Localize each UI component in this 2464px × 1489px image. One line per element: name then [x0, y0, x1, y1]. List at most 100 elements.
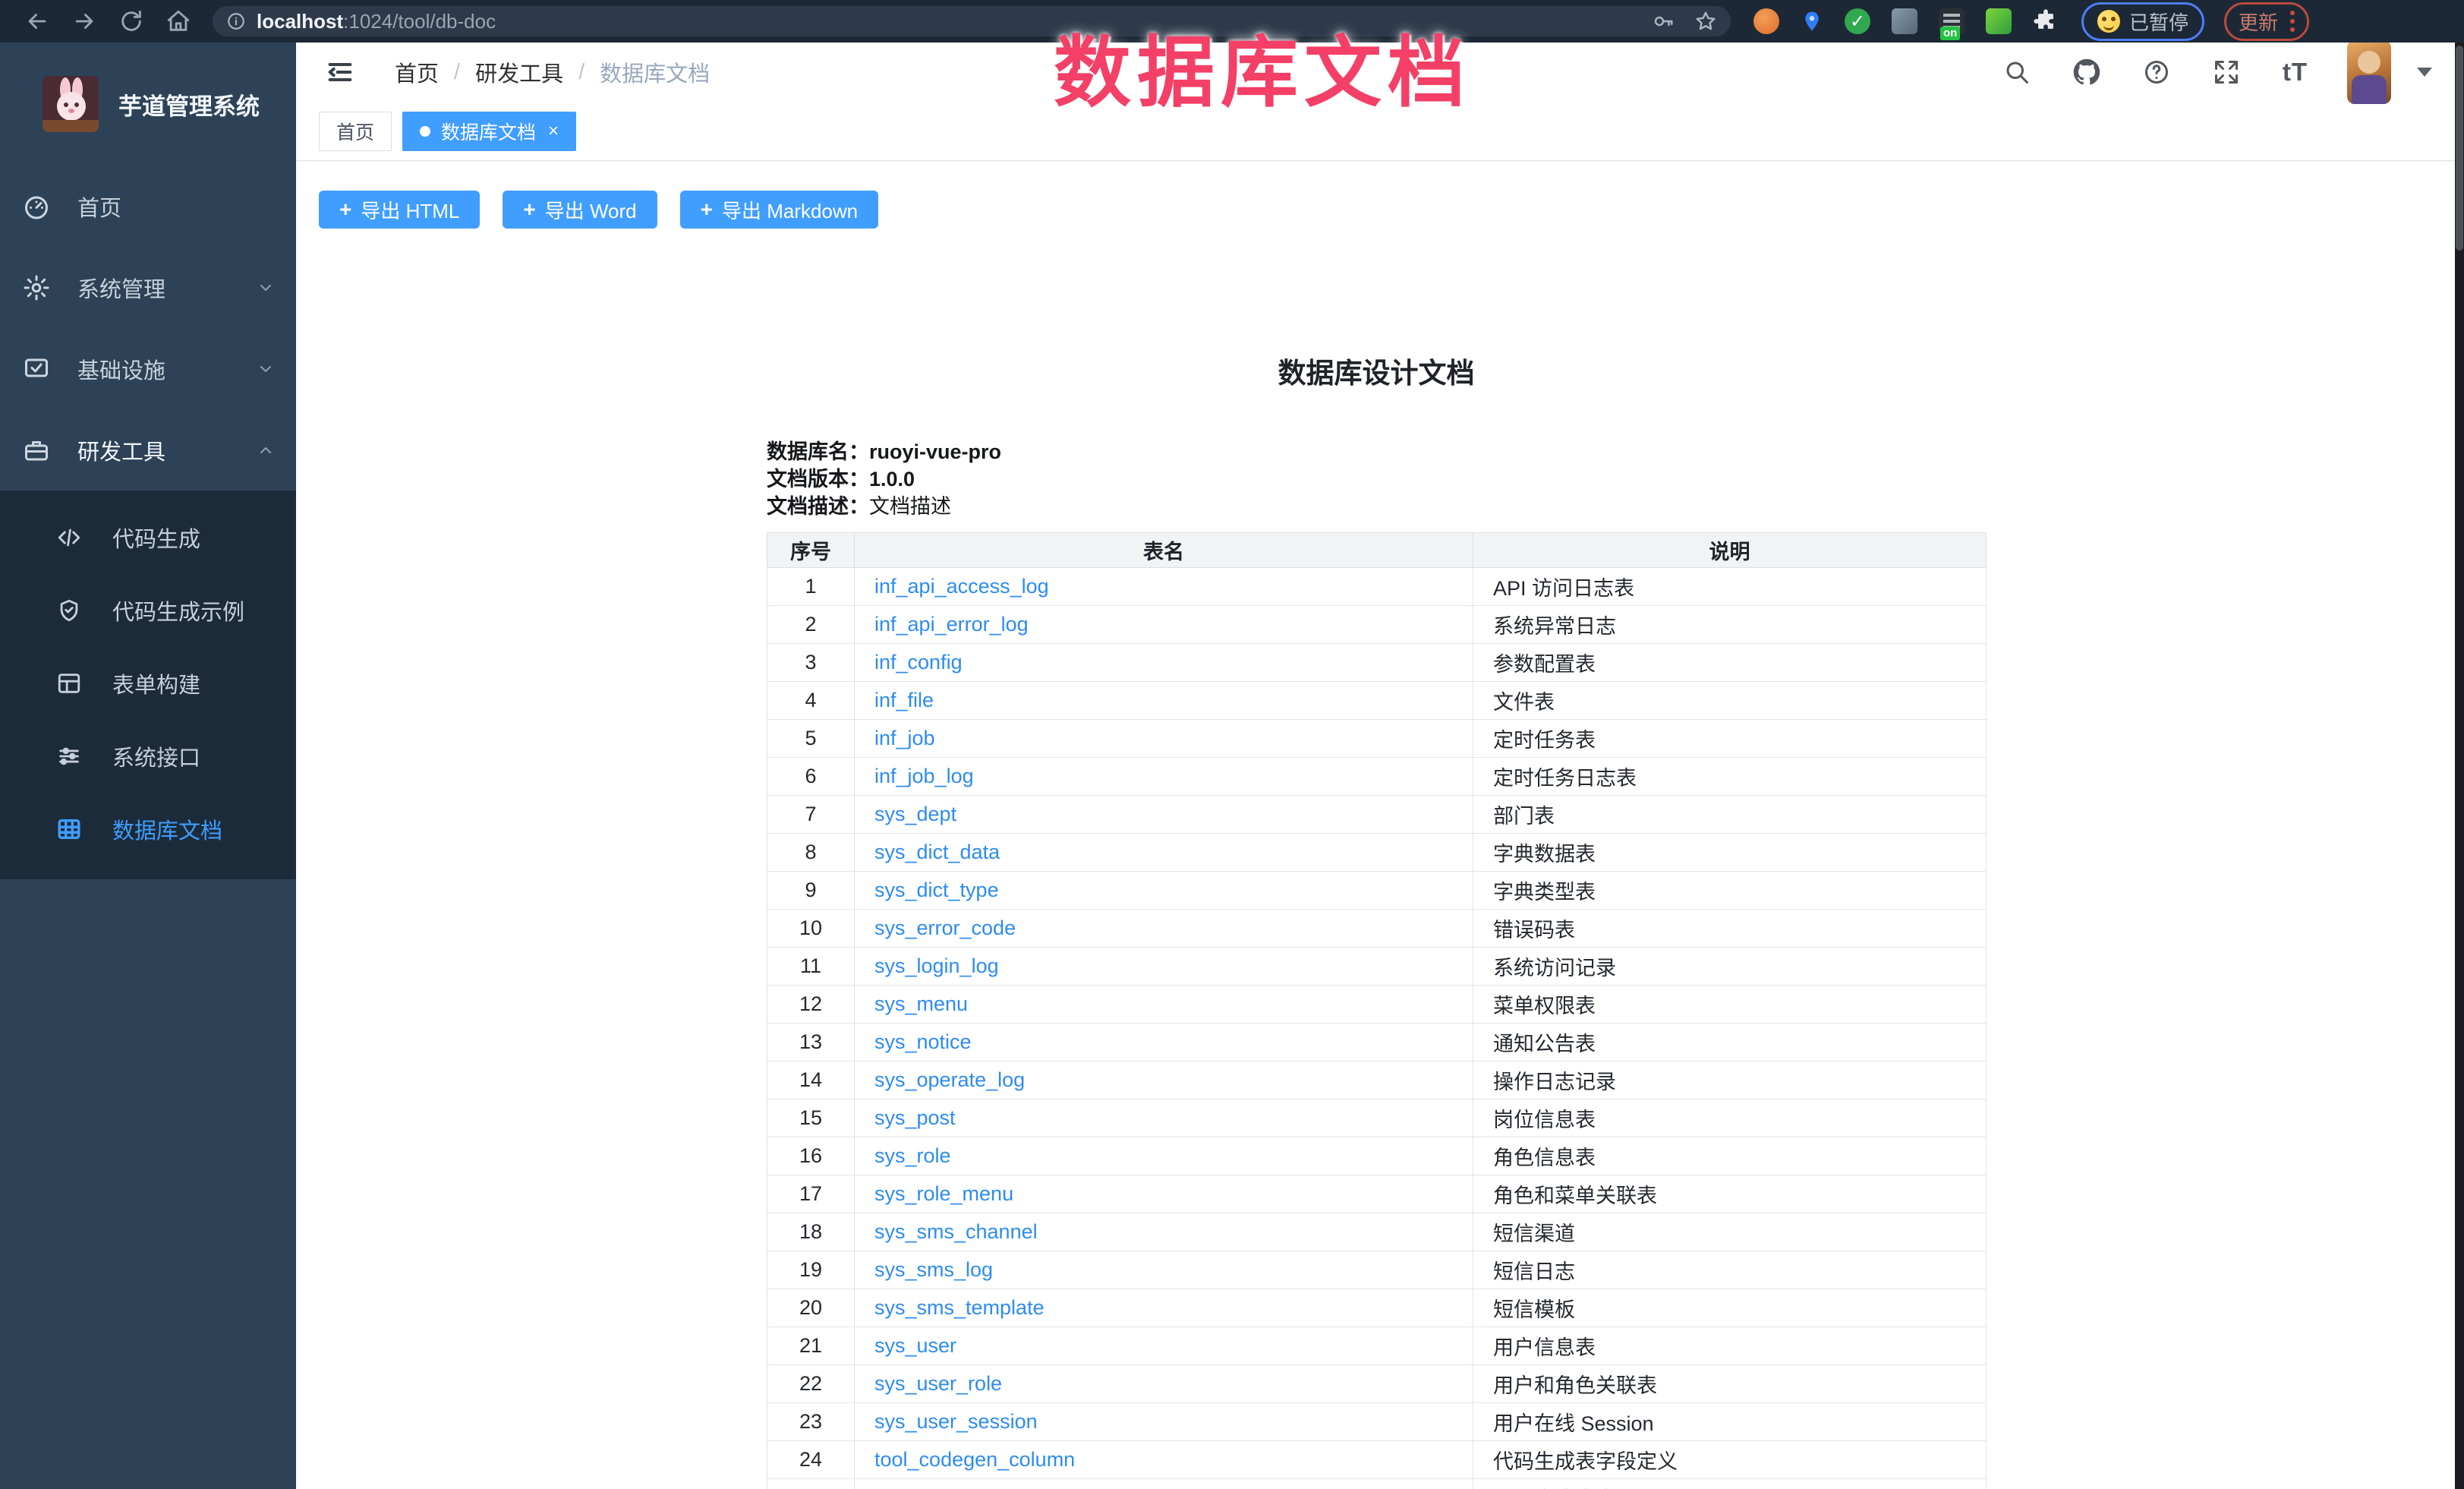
sidebar-item-code-generation-example[interactable]: 代码生成示例 [0, 574, 296, 647]
sidebar-item-system[interactable]: 系统管理 [0, 247, 296, 328]
table-name-link[interactable]: sys_role_menu [874, 1182, 1013, 1205]
table-header-row: 序号 表名 说明 [767, 533, 1987, 568]
table-row: 1inf_api_access_logAPI 访问日志表 [767, 568, 1987, 606]
table-name-link[interactable]: inf_config [874, 651, 963, 674]
sidebar-item-infrastructure[interactable]: 基础设施 [0, 328, 296, 409]
extension-pin-icon[interactable] [1801, 8, 1823, 34]
table-name-link[interactable]: sys_user_role [874, 1372, 1002, 1395]
table-description: 用户信息表 [1473, 1327, 1987, 1365]
table-name-link[interactable]: sys_sms_template [874, 1296, 1045, 1319]
breadcrumb-current: 数据库文档 [600, 56, 710, 88]
export-markdown-button[interactable]: + 导出 Markdown [680, 191, 879, 229]
fullscreen-icon[interactable] [2213, 58, 2240, 86]
table-name-link[interactable]: sys_login_log [874, 954, 999, 977]
table-name-link[interactable]: sys_error_code [874, 916, 1016, 939]
brand[interactable]: 芋道管理系统 [0, 43, 296, 166]
table-name-link[interactable]: sys_dict_type [874, 879, 999, 901]
table-row: 14sys_operate_log操作日志记录 [767, 1062, 1987, 1099]
update-label: 更新 [2239, 8, 2278, 36]
plus-icon: + [339, 197, 351, 222]
profile-paused-badge[interactable]: 已暂停 [2081, 2, 2204, 41]
password-key-icon[interactable] [1652, 10, 1675, 33]
reload-icon[interactable] [118, 8, 144, 34]
sidebar-item-dev-tools[interactable]: 研发工具 [0, 409, 296, 491]
user-avatar[interactable] [2347, 40, 2391, 104]
gear-icon [23, 274, 50, 301]
search-icon[interactable] [2003, 58, 2031, 86]
collapse-sidebar-icon[interactable] [325, 57, 355, 87]
table-name-link[interactable]: sys_dict_data [874, 841, 1000, 863]
table-name-link[interactable]: sys_menu [874, 992, 968, 1015]
site-info-icon[interactable] [226, 11, 246, 31]
table-description: 代码生成表字段定义 [1473, 1441, 1987, 1479]
table-name-link[interactable]: inf_job [874, 727, 935, 749]
table-description: 定时任务日志表 [1473, 758, 1987, 796]
sidebar-item-code-generation[interactable]: 代码生成 [0, 501, 296, 574]
row-index: 2 [767, 606, 855, 644]
table-name-link[interactable]: sys_dept [874, 803, 956, 825]
browser-update-button[interactable]: 更新 [2224, 2, 2309, 41]
db-name-value: ruoyi-vue-pro [869, 440, 1001, 463]
scrollbar-thumb[interactable] [2456, 46, 2463, 251]
table-row: 23sys_user_session用户在线 Session [767, 1403, 1987, 1441]
table-name-link[interactable]: sys_notice [874, 1030, 972, 1053]
table-name-link[interactable]: inf_api_error_log [874, 613, 1029, 636]
row-index: 24 [767, 1441, 855, 1479]
table-name-link[interactable]: inf_file [874, 689, 934, 711]
table-description: 短信模板 [1473, 1289, 1987, 1327]
table-name-link[interactable]: inf_api_access_log [874, 575, 1049, 598]
font-size-icon[interactable]: tT [2283, 58, 2308, 87]
row-index: 17 [767, 1175, 855, 1213]
github-icon[interactable] [2073, 58, 2100, 86]
table-row: 12sys_menu菜单权限表 [767, 986, 1987, 1024]
table-name-link[interactable]: sys_sms_log [874, 1258, 993, 1281]
table-name-link[interactable]: tool_codegen_column [874, 1448, 1075, 1471]
row-index: 3 [767, 644, 855, 682]
back-icon[interactable] [24, 8, 50, 34]
extension-leaf-icon[interactable] [1986, 8, 2012, 34]
row-index: 21 [767, 1327, 855, 1365]
address-bar[interactable]: localhost:1024/tool/db-doc [213, 6, 1731, 36]
doc-desc-value: 文档描述 [869, 495, 951, 518]
table-name-link[interactable]: sys_user [874, 1334, 956, 1357]
table-name-link[interactable]: sys_user_session [874, 1410, 1038, 1433]
forward-icon[interactable] [71, 8, 97, 34]
emoji-face-icon [2097, 10, 2120, 33]
export-word-button[interactable]: + 导出 Word [503, 191, 657, 229]
export-html-button[interactable]: + 导出 HTML [319, 191, 480, 229]
row-index: 7 [767, 796, 855, 834]
extension-switch-icon[interactable]: on [1939, 8, 1965, 34]
help-icon[interactable] [2143, 58, 2170, 86]
bookmark-star-icon[interactable] [1694, 10, 1717, 33]
extensions-puzzle-icon[interactable] [2033, 8, 2059, 34]
page-scrollbar[interactable] [2455, 43, 2464, 1489]
table-row: 10sys_error_code错误码表 [767, 910, 1987, 948]
tab-db-doc[interactable]: 数据库文档 × [402, 112, 576, 151]
sidebar-item-db-doc[interactable]: 数据库文档 [0, 793, 296, 866]
breadcrumb-home[interactable]: 首页 [395, 56, 439, 88]
close-tab-icon[interactable]: × [548, 122, 559, 140]
sidebar-item-home[interactable]: 首页 [0, 166, 296, 247]
app-logo [43, 76, 99, 132]
extension-orange-icon[interactable] [1753, 8, 1779, 34]
table-name-link[interactable]: sys_operate_log [874, 1068, 1025, 1091]
browser-menu-icon[interactable] [2290, 11, 2295, 32]
table-name-link[interactable]: sys_post [874, 1106, 956, 1129]
table-name-link[interactable]: sys_role [874, 1144, 951, 1167]
table-description: 短信日志 [1473, 1251, 1987, 1289]
table-name-link[interactable]: inf_job_log [874, 765, 974, 787]
sidebar-item-system-api[interactable]: 系统接口 [0, 720, 296, 793]
row-index: 15 [767, 1099, 855, 1137]
row-index: 4 [767, 682, 855, 720]
home-icon[interactable] [165, 8, 191, 34]
table-row: 8sys_dict_data字典数据表 [767, 834, 1987, 872]
table-name-link[interactable]: tool_codegen_table [874, 1486, 1054, 1489]
tab-home[interactable]: 首页 [319, 112, 392, 151]
extension-check-icon[interactable]: ✓ [1845, 8, 1870, 34]
table-name-link[interactable]: sys_sms_channel [874, 1220, 1038, 1243]
extension-grid-icon[interactable] [1892, 8, 1917, 34]
sidebar-item-form-builder[interactable]: 表单构建 [0, 647, 296, 720]
table-description: 菜单权限表 [1473, 986, 1987, 1024]
user-menu-caret-icon[interactable] [2417, 68, 2432, 77]
table-description: 字典类型表 [1473, 872, 1987, 910]
